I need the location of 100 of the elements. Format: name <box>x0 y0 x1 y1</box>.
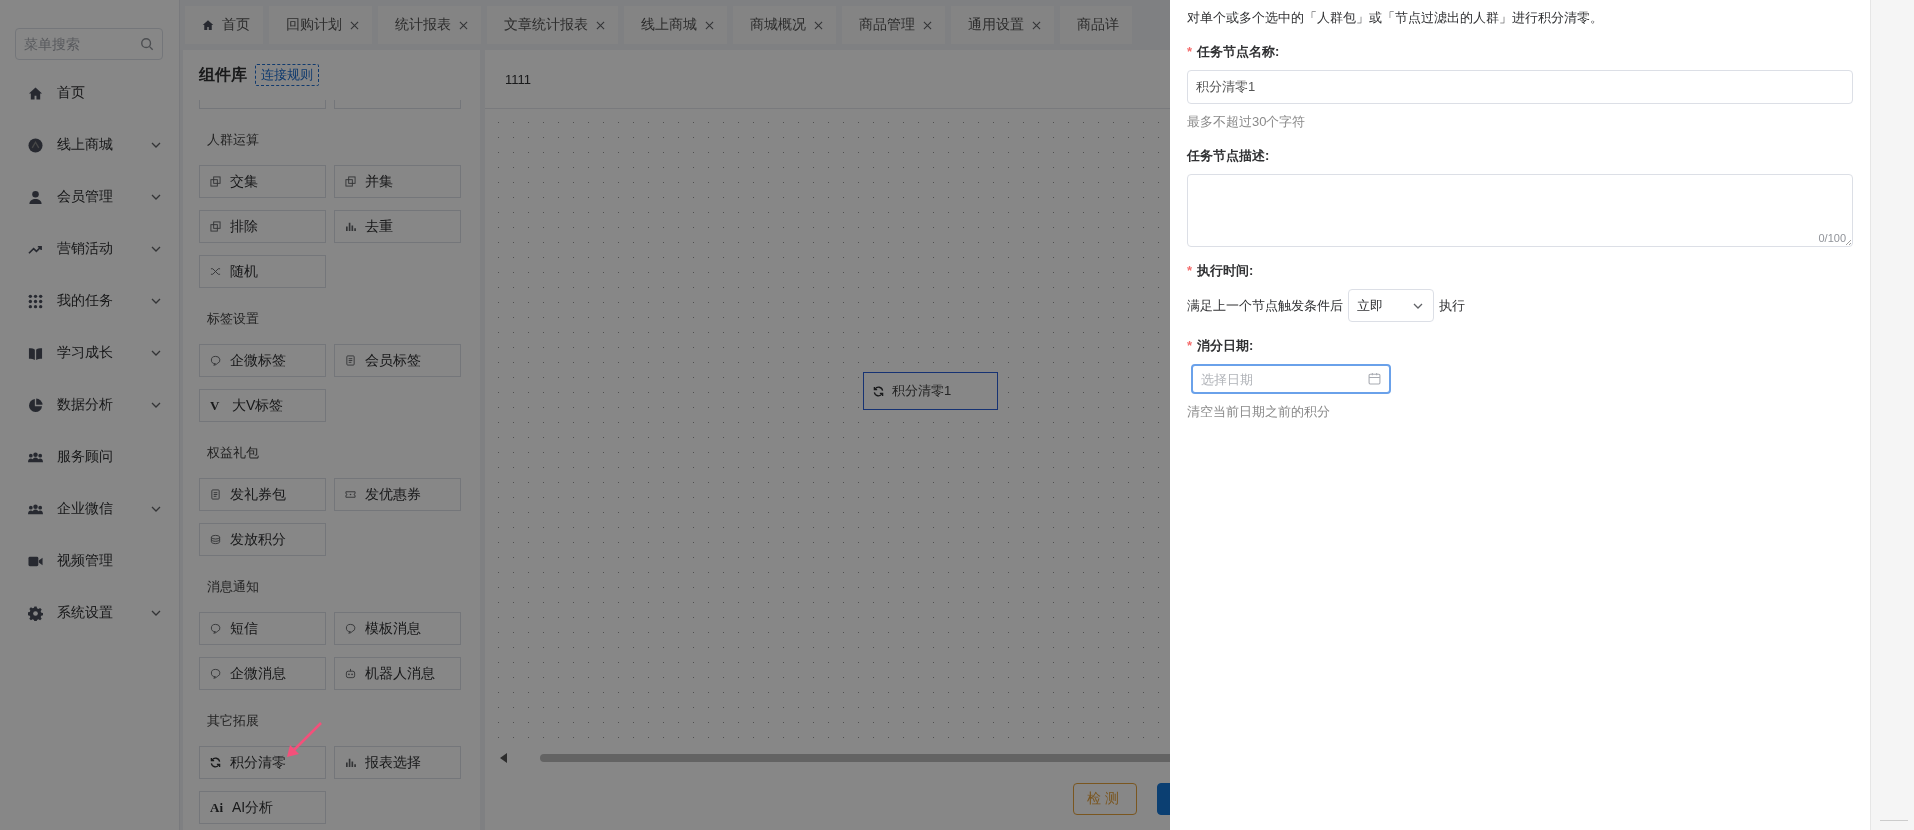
menu-item[interactable]: 企业微信 <box>0 483 179 535</box>
shuffle-icon <box>210 266 221 277</box>
group-title: 人群运算 <box>206 131 259 149</box>
tab[interactable]: 回购计划 <box>269 6 372 44</box>
group-title: 其它拓展 <box>206 712 259 730</box>
menu-item[interactable]: 服务顾问 <box>0 431 179 483</box>
component-item[interactable]: 会员标签 <box>334 344 461 377</box>
squares-icon <box>210 221 221 232</box>
tab[interactable]: 商品详 <box>1060 6 1132 44</box>
chevron-down-icon <box>151 610 161 616</box>
component-item[interactable]: 发优惠券 <box>334 478 461 511</box>
chevron-down-icon <box>1413 302 1423 309</box>
tab[interactable]: 商品管理 <box>842 6 945 44</box>
required-mark: * <box>1187 337 1193 355</box>
close-icon[interactable] <box>596 20 605 30</box>
home-icon <box>202 19 214 31</box>
tab[interactable]: 线上商城 <box>624 6 727 44</box>
document-icon <box>345 355 356 366</box>
close-icon[interactable] <box>1032 20 1041 30</box>
circle-icon <box>28 137 43 153</box>
field-label: 任务节点名称: <box>1197 43 1280 61</box>
panel-title: 组件库 <box>199 64 247 85</box>
component-item[interactable]: 短信 <box>199 612 326 645</box>
squares-icon <box>345 176 356 187</box>
timing-text: 执行 <box>1439 296 1465 315</box>
field-label: 任务节点描述: <box>1187 147 1270 165</box>
component-item[interactable]: 积分清零 <box>199 746 326 779</box>
pie-chart-icon <box>28 397 43 413</box>
people-icon <box>28 501 43 517</box>
menu-item[interactable]: 营销活动 <box>0 223 179 275</box>
search-icon <box>140 37 154 51</box>
component-item[interactable]: 企微消息 <box>199 657 326 690</box>
close-icon[interactable] <box>350 20 359 30</box>
hint-text: 清空当前日期之前的积分 <box>1187 403 1331 421</box>
flow-title: 1111 <box>505 71 532 87</box>
component-item[interactable]: 企微标签 <box>199 344 326 377</box>
tab[interactable]: 统计报表 <box>378 6 481 44</box>
component-item[interactable]: 交集 <box>199 165 326 198</box>
component-item[interactable]: 机器人消息 <box>334 657 461 690</box>
close-icon[interactable] <box>814 20 823 30</box>
flow-node[interactable]: 积分清零1 <box>863 372 998 410</box>
select-field[interactable]: 立即 <box>1348 289 1434 322</box>
menu-item[interactable]: 首页 <box>0 67 179 119</box>
group-title: 消息通知 <box>206 578 259 596</box>
char-counter: 0/100 <box>1818 232 1846 244</box>
resize-grip-icon[interactable] <box>1845 239 1851 245</box>
refresh-icon <box>210 757 221 768</box>
chevron-down-icon <box>151 350 161 356</box>
chat-icon <box>210 355 221 366</box>
menu-item[interactable]: 数据分析 <box>0 379 179 431</box>
chat-icon <box>210 668 221 679</box>
menu-item[interactable]: 视频管理 <box>0 535 179 587</box>
close-icon[interactable] <box>459 20 468 30</box>
calendar-icon <box>1368 372 1381 385</box>
field-label: 消分日期: <box>1197 337 1254 355</box>
textarea-field[interactable]: 0/100 <box>1187 174 1853 247</box>
group-title: 标签设置 <box>206 310 259 328</box>
chat-icon <box>210 623 221 634</box>
refresh-icon <box>873 385 884 397</box>
component-item[interactable]: 随机 <box>199 255 326 288</box>
input-field[interactable]: 积分清零1 <box>1187 70 1853 104</box>
required-mark: * <box>1187 262 1193 280</box>
hint-text: 最多不超过30个字符 <box>1187 113 1307 131</box>
component-item[interactable]: V 大V标签 <box>199 389 326 422</box>
menu-item[interactable]: 系统设置 <box>0 587 179 639</box>
chevron-down-icon <box>151 246 161 252</box>
date-field[interactable]: 选择日期 <box>1191 364 1391 394</box>
rules-link[interactable]: 连接规则 <box>255 64 319 86</box>
component-item[interactable]: 发礼券包 <box>199 478 326 511</box>
chat-icon <box>345 623 356 634</box>
component-item[interactable]: 去重 <box>334 210 461 243</box>
menu-item[interactable]: 学习成长 <box>0 327 179 379</box>
close-icon[interactable] <box>705 20 714 30</box>
component-item[interactable]: 报表选择 <box>334 746 461 779</box>
close-icon[interactable] <box>923 20 932 30</box>
tab[interactable]: 首页 <box>185 6 263 44</box>
timing-text: 满足上一个节点触发条件后 <box>1187 296 1343 315</box>
menu-item[interactable]: 线上商城 <box>0 119 179 171</box>
group-title: 权益礼包 <box>206 444 259 462</box>
component-item[interactable]: 发放积分 <box>199 523 326 556</box>
grid-icon <box>28 293 43 309</box>
person-icon <box>28 189 43 205</box>
squares-icon <box>210 176 221 187</box>
tab[interactable]: 文章统计报表 <box>487 6 618 44</box>
description-text: 对单个或多个选中的「人群包」或「节点过滤出的人群」进行积分清零。 <box>1187 9 1604 27</box>
tab[interactable]: 通用设置 <box>951 6 1054 44</box>
component-item[interactable]: 并集 <box>334 165 461 198</box>
chevron-down-icon <box>151 142 161 148</box>
chevron-down-icon <box>151 194 161 200</box>
people-icon <box>28 449 43 465</box>
component-item[interactable]: 排除 <box>199 210 326 243</box>
menu-item[interactable]: 我的任务 <box>0 275 179 327</box>
component-item[interactable]: 模板消息 <box>334 612 461 645</box>
settings-icon <box>28 605 43 621</box>
component-item[interactable]: Ai AI分析 <box>199 791 326 824</box>
required-mark: * <box>1187 43 1193 61</box>
bar-chart-icon <box>345 221 356 232</box>
menu-item[interactable]: 会员管理 <box>0 171 179 223</box>
tab[interactable]: 商城概况 <box>733 6 836 44</box>
scroll-left-icon[interactable] <box>500 753 508 763</box>
